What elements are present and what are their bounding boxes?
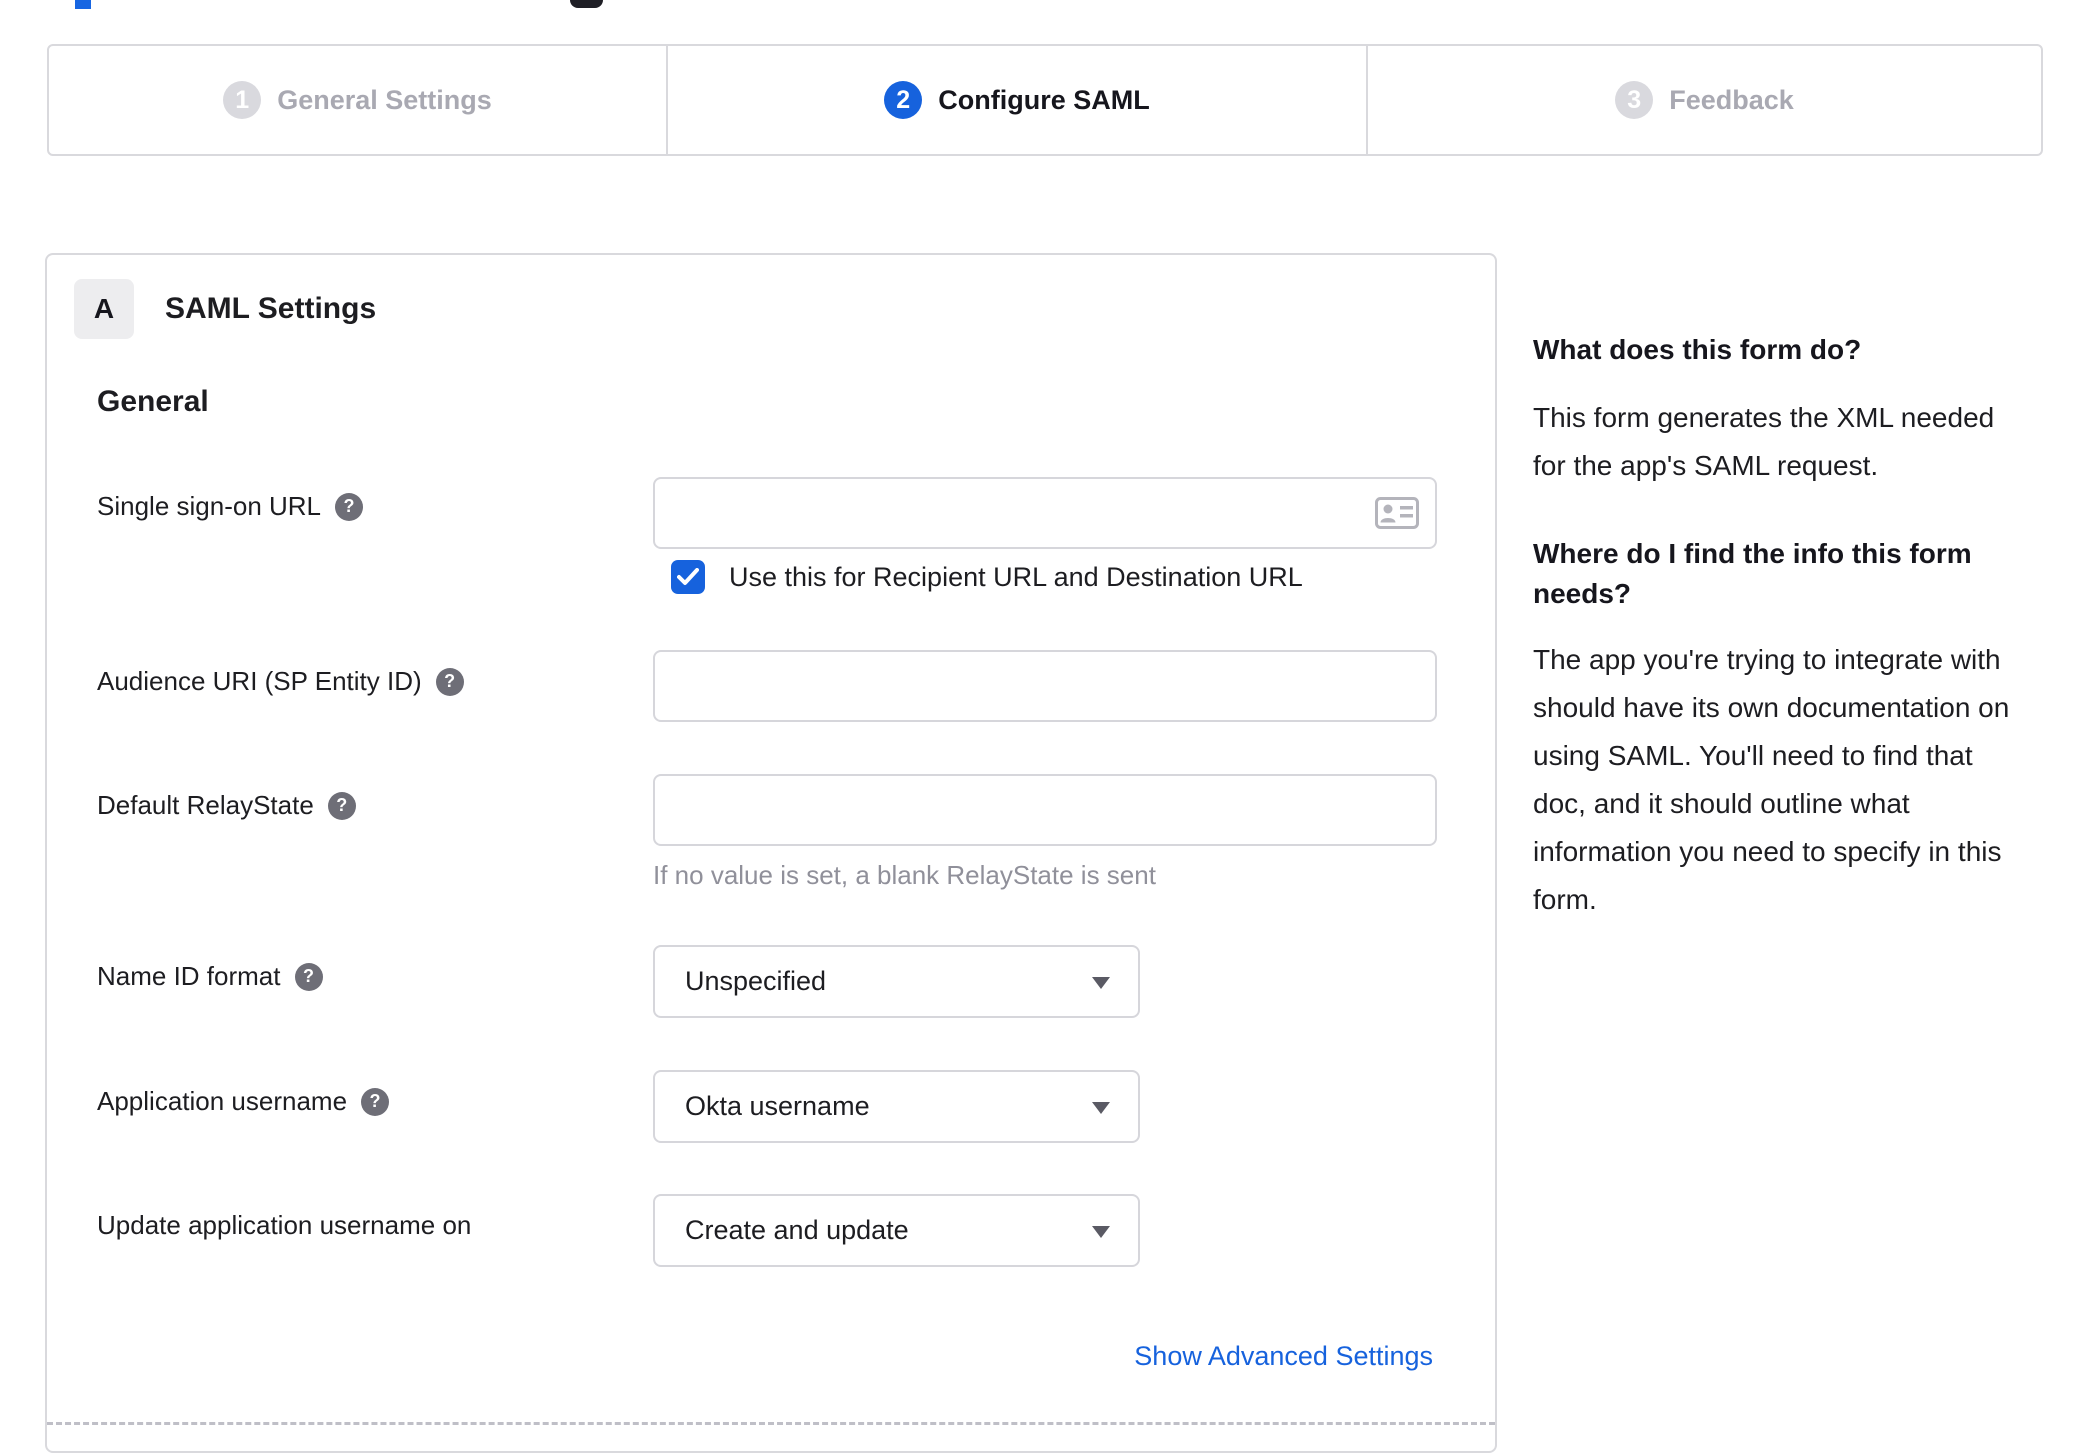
application-username-label: Application username ?	[97, 1086, 390, 1117]
relaystate-label: Default RelayState ?	[97, 790, 356, 821]
recipient-destination-checkbox[interactable]	[671, 560, 705, 594]
update-username-label-text: Update application username on	[97, 1210, 472, 1240]
step-configure-saml[interactable]: 2 Configure SAML	[668, 46, 1368, 154]
name-id-format-select[interactable]: Unspecified	[653, 945, 1140, 1018]
help-question-1: What does this form do?	[1533, 334, 1862, 365]
application-username-select[interactable]: Okta username	[653, 1070, 1140, 1143]
step-number-badge: 3	[1615, 81, 1654, 119]
name-id-format-label: Name ID format ?	[97, 961, 323, 992]
show-advanced-settings-link[interactable]: Show Advanced Settings	[1134, 1341, 1433, 1372]
chevron-down-icon	[1092, 1102, 1110, 1114]
help-icon[interactable]: ?	[435, 667, 464, 696]
saml-settings-panel: A SAML Settings General Single sign-on U…	[45, 253, 1497, 1453]
update-username-select[interactable]: Create and update	[653, 1194, 1140, 1267]
audience-uri-input-wrap	[653, 650, 1437, 722]
step-general-settings[interactable]: 1 General Settings	[49, 46, 668, 154]
step-number-badge: 1	[223, 81, 262, 119]
step-feedback[interactable]: 3 Feedback	[1368, 46, 2041, 154]
update-username-label: Update application username on	[97, 1210, 471, 1241]
sso-url-label-text: Single sign-on URL	[97, 491, 322, 521]
step-number-badge: 2	[884, 81, 923, 119]
step-label: Feedback	[1669, 84, 1794, 115]
name-id-format-value: Unspecified	[685, 966, 827, 996]
help-answer-2: The app you're trying to integrate with …	[1533, 644, 2010, 915]
application-username-label-text: Application username	[97, 1086, 348, 1116]
chevron-down-icon	[1092, 1226, 1110, 1238]
cropped-app-logo-fragment	[570, 0, 603, 8]
recipient-destination-checkbox-label: Use this for Recipient URL and Destinati…	[729, 562, 1303, 592]
step-label: Configure SAML	[938, 84, 1150, 115]
help-icon[interactable]: ?	[294, 962, 323, 991]
step-label: General Settings	[277, 84, 492, 115]
general-section-heading: General	[97, 385, 209, 418]
relaystate-input[interactable]	[653, 774, 1437, 846]
audience-uri-label: Audience URI (SP Entity ID) ?	[97, 666, 464, 697]
help-icon[interactable]: ?	[335, 492, 364, 521]
cropped-logo-fragment	[75, 0, 91, 9]
help-sidebar: What does this form do? This form genera…	[1533, 330, 2038, 924]
wizard-stepper: 1 General Settings 2 Configure SAML 3 Fe…	[47, 44, 2043, 156]
checkmark-icon	[677, 568, 699, 585]
help-icon[interactable]: ?	[361, 1087, 390, 1116]
audience-uri-input[interactable]	[653, 650, 1437, 722]
help-icon[interactable]: ?	[327, 791, 356, 820]
update-username-value: Create and update	[685, 1215, 909, 1245]
help-question-2: Where do I find the info this form needs…	[1533, 538, 1972, 609]
section-a-badge: A	[74, 279, 134, 339]
sso-url-label: Single sign-on URL ?	[97, 491, 364, 522]
name-id-format-label-text: Name ID format	[97, 961, 281, 991]
panel-title: SAML Settings	[165, 292, 377, 325]
chevron-down-icon	[1092, 977, 1110, 989]
relaystate-input-wrap	[653, 774, 1437, 846]
help-answer-1: This form generates the XML needed for t…	[1533, 402, 1995, 481]
application-username-value: Okta username	[685, 1091, 870, 1121]
contact-card-icon	[1375, 497, 1419, 534]
audience-uri-label-text: Audience URI (SP Entity ID)	[97, 666, 422, 696]
sso-url-input-wrap	[653, 477, 1437, 549]
relaystate-hint: If no value is set, a blank RelayState i…	[653, 860, 1156, 890]
section-divider	[47, 1422, 1495, 1425]
relaystate-label-text: Default RelayState	[97, 790, 314, 820]
sso-url-input[interactable]	[653, 477, 1437, 549]
